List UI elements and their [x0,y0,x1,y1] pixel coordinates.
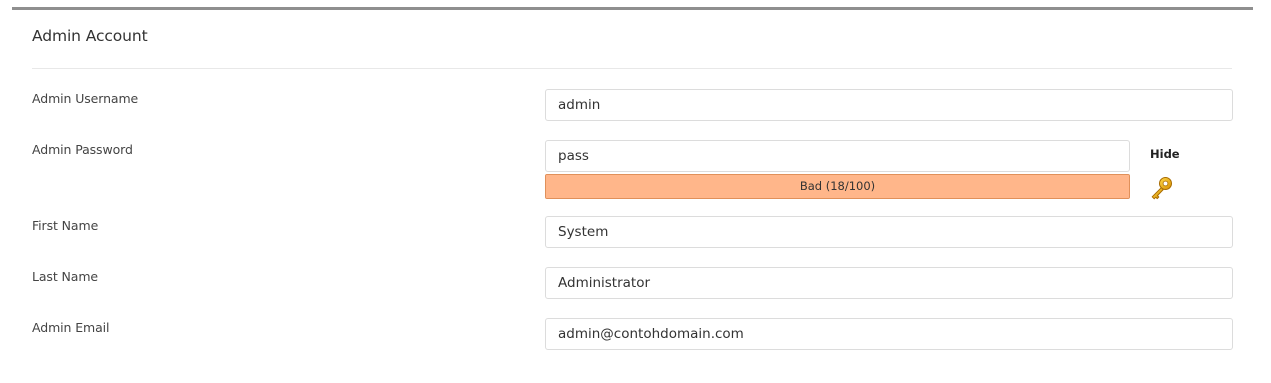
password-strength-text: Bad (18/100) [799,179,876,193]
last-name-input[interactable] [545,267,1233,299]
admin-username-label: Admin Username [32,91,139,106]
admin-password-label: Admin Password [32,142,133,157]
password-strength-meter: Bad (18/100) [545,174,1130,199]
admin-account-panel: Admin Account Admin Username Admin Passw… [12,7,1253,383]
admin-email-label: Admin Email [32,320,110,335]
key-icon[interactable] [1149,175,1175,201]
admin-email-input[interactable] [545,318,1233,350]
hide-password-link[interactable]: Hide [1150,147,1180,161]
last-name-label: Last Name [32,269,98,284]
divider [32,68,1232,69]
first-name-label: First Name [32,218,99,233]
admin-username-input[interactable] [545,89,1233,121]
panel-title: Admin Account [32,27,148,45]
first-name-input[interactable] [545,216,1233,248]
admin-password-input[interactable] [545,140,1130,172]
